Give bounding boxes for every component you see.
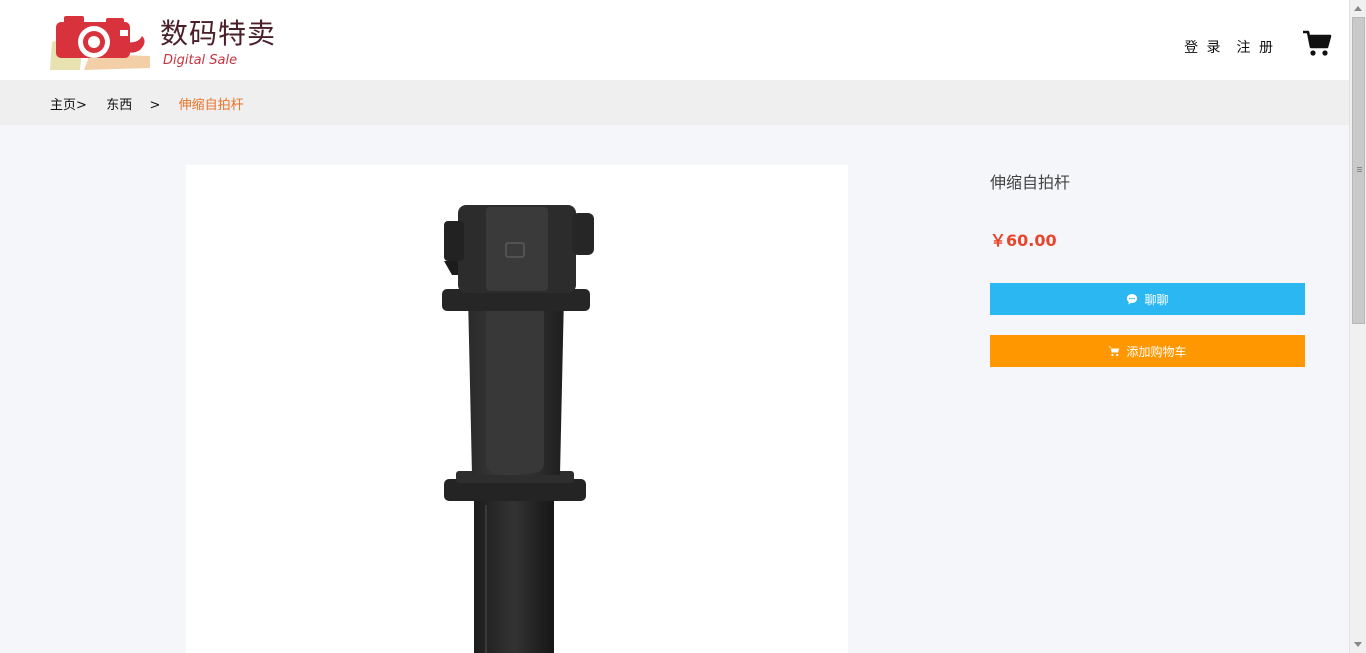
grip-line (1357, 169, 1362, 170)
breadcrumb-separator: > (149, 98, 161, 113)
scroll-up-arrow-icon[interactable] (1354, 6, 1362, 11)
selfie-stick-image (442, 205, 594, 653)
add-to-cart-button[interactable]: 添加购物车 (990, 335, 1305, 367)
cart-icon (1303, 30, 1332, 56)
grip-line (1357, 171, 1362, 172)
product-price: ￥60.00 (990, 231, 1057, 250)
add-to-cart-label: 添加购物车 (1126, 344, 1187, 359)
scrollbar-thumb[interactable] (1352, 17, 1365, 324)
logo-title: 数码特卖 (160, 17, 277, 50)
login-link[interactable]: 登 录 (1184, 37, 1222, 57)
register-link[interactable]: 注 册 (1237, 37, 1275, 57)
auth-links: 登 录 注 册 (1184, 37, 1275, 57)
breadcrumb-home[interactable]: 主页> (50, 98, 87, 113)
logo-subtitle: Digital Sale (163, 53, 238, 68)
chat-button-label: 聊聊 (1144, 292, 1169, 307)
header-cart-button[interactable] (1302, 28, 1332, 58)
cart-small-icon (1108, 346, 1120, 357)
scroll-down-arrow-icon[interactable] (1354, 642, 1362, 647)
site-logo[interactable]: 数码特卖 Digital Sale (50, 10, 290, 70)
site-header: 数码特卖 Digital Sale 登 录 注 册 (0, 0, 1349, 80)
product-image (186, 165, 848, 653)
product-info-panel: 伸缩自拍杆 ￥60.00 聊聊 添加购物车 (990, 165, 1305, 367)
grip-line (1357, 167, 1362, 168)
chat-bubble-icon (1127, 294, 1138, 305)
chat-button[interactable]: 聊聊 (990, 283, 1305, 315)
vertical-scrollbar[interactable] (1349, 0, 1366, 653)
product-name: 伸缩自拍杆 (990, 173, 1071, 192)
breadcrumb-bar: 主页> 东西 > 伸缩自拍杆 (0, 80, 1349, 125)
camera-logo-icon (50, 16, 150, 70)
breadcrumb: 主页> 东西 > 伸缩自拍杆 (50, 94, 244, 113)
breadcrumb-category[interactable]: 东西 (106, 98, 132, 113)
breadcrumb-current: 伸缩自拍杆 (178, 98, 244, 113)
